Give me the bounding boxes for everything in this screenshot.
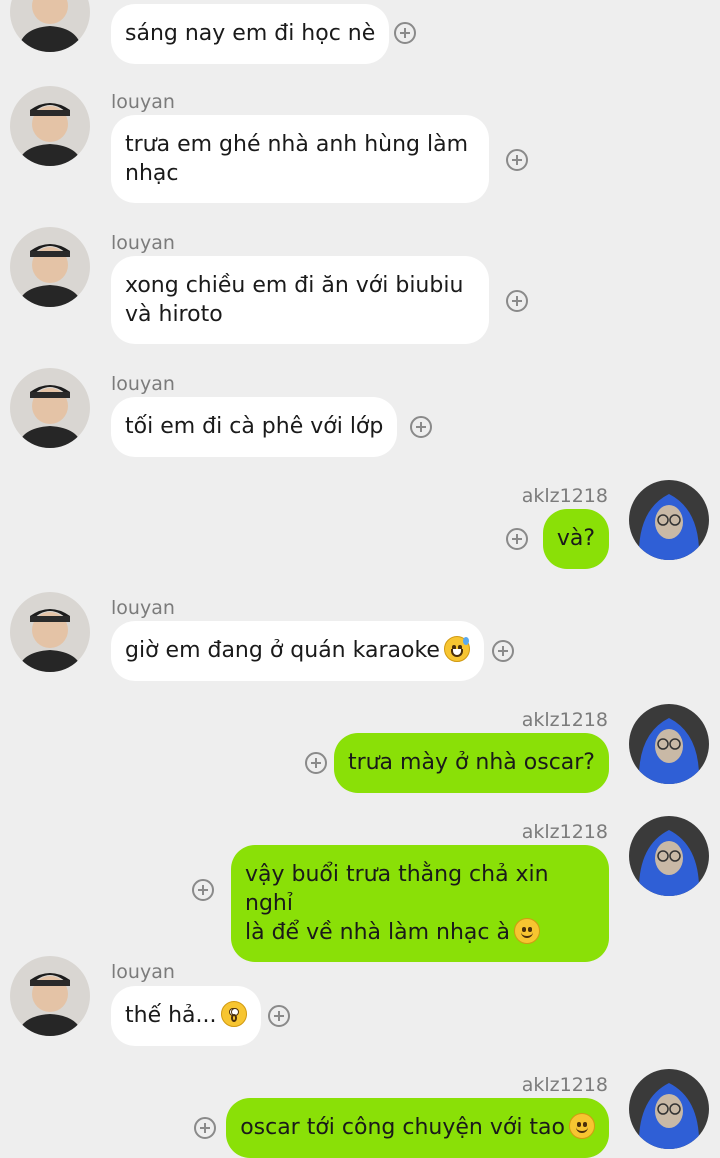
sender-name: aklz1218 — [521, 485, 608, 507]
flushed-emoji — [220, 1001, 247, 1027]
avatar[interactable] — [629, 704, 709, 784]
message-text: thế hả... — [125, 1003, 217, 1028]
message-row: aklz1218 oscar tới công chuyện với tao — [0, 1069, 720, 1158]
message-text: giờ em đang ở quán karaoke — [125, 638, 440, 663]
add-reaction-icon[interactable] — [506, 290, 528, 312]
sender-name: aklz1218 — [521, 1074, 608, 1096]
avatar[interactable] — [10, 368, 90, 448]
message-text: xong chiều em đi ăn với biubiu và hiroto — [125, 273, 464, 327]
avatar[interactable] — [629, 816, 709, 896]
avatar[interactable] — [629, 1069, 709, 1149]
chat-thread[interactable]: sáng nay em đi học nè louyan trưa em ghé… — [0, 0, 720, 1158]
message-text: trưa em ghé nhà anh hùng làm nhạc — [125, 132, 469, 186]
avatar[interactable] — [10, 227, 90, 307]
message-row: louyan xong chiều em đi ăn với biubiu và… — [0, 227, 720, 347]
message-bubble[interactable]: thế hả... — [111, 986, 261, 1046]
sender-name: aklz1218 — [521, 709, 608, 731]
message-row: aklz1218 trưa mày ở nhà oscar? — [0, 704, 720, 799]
message-bubble[interactable]: trưa mày ở nhà oscar? — [333, 733, 609, 793]
sender-name: louyan — [111, 961, 175, 983]
avatar[interactable] — [10, 592, 90, 672]
message-text: vậy buổi trưa thằng chả xin nghỉ là để v… — [245, 862, 549, 945]
add-reaction-icon[interactable] — [410, 416, 432, 438]
message-bubble[interactable]: và? — [542, 509, 609, 569]
add-reaction-icon[interactable] — [305, 752, 327, 774]
sender-name: louyan — [111, 373, 175, 395]
message-row: louyan trưa em ghé nhà anh hùng làm nhạc — [0, 86, 720, 206]
message-text: và? — [556, 526, 595, 551]
sender-name: louyan — [111, 597, 175, 619]
sender-name: louyan — [111, 232, 175, 254]
message-text: oscar tới công chuyện với tao — [240, 1115, 565, 1140]
message-row: louyan giờ em đang ở quán karaoke — [0, 592, 720, 687]
message-bubble[interactable]: oscar tới công chuyện với tao — [226, 1098, 609, 1158]
message-bubble[interactable]: trưa em ghé nhà anh hùng làm nhạc — [111, 115, 489, 203]
avatar[interactable] — [629, 480, 709, 560]
message-bubble[interactable]: tối em đi cà phê với lớp — [111, 397, 398, 457]
message-text: tối em đi cà phê với lớp — [125, 414, 384, 439]
sender-name: aklz1218 — [521, 821, 608, 843]
avatar[interactable] — [10, 86, 90, 166]
message-bubble[interactable]: xong chiều em đi ăn với biubiu và hiroto — [111, 256, 489, 344]
message-bubble[interactable]: vậy buổi trưa thằng chả xin nghỉ là để v… — [231, 845, 609, 962]
avatar[interactable] — [10, 956, 90, 1036]
grinning-sweat-emoji — [443, 636, 470, 662]
add-reaction-icon[interactable] — [506, 528, 528, 550]
message-row: louyan thế hả... — [0, 956, 720, 1051]
sender-name: louyan — [111, 91, 175, 113]
add-reaction-icon[interactable] — [192, 879, 214, 901]
add-reaction-icon[interactable] — [268, 1005, 290, 1027]
message-row: aklz1218 vậy buổi trưa thằng chả xin ngh… — [0, 816, 720, 962]
message-row: sáng nay em đi học nè — [0, 0, 720, 70]
message-bubble[interactable]: giờ em đang ở quán karaoke — [111, 621, 484, 681]
message-bubble[interactable]: sáng nay em đi học nè — [111, 4, 390, 64]
smiling-emoji — [569, 1113, 595, 1139]
smiling-emoji — [513, 918, 540, 944]
message-row: louyan tối em đi cà phê với lớp — [0, 368, 720, 463]
message-row: aklz1218 và? — [0, 480, 720, 575]
add-reaction-icon[interactable] — [506, 149, 528, 171]
add-reaction-icon[interactable] — [194, 1117, 216, 1139]
add-reaction-icon[interactable] — [394, 22, 416, 44]
message-text: trưa mày ở nhà oscar? — [347, 750, 595, 775]
message-text: sáng nay em đi học nè — [125, 21, 376, 46]
add-reaction-icon[interactable] — [492, 640, 514, 662]
avatar[interactable] — [10, 0, 90, 52]
